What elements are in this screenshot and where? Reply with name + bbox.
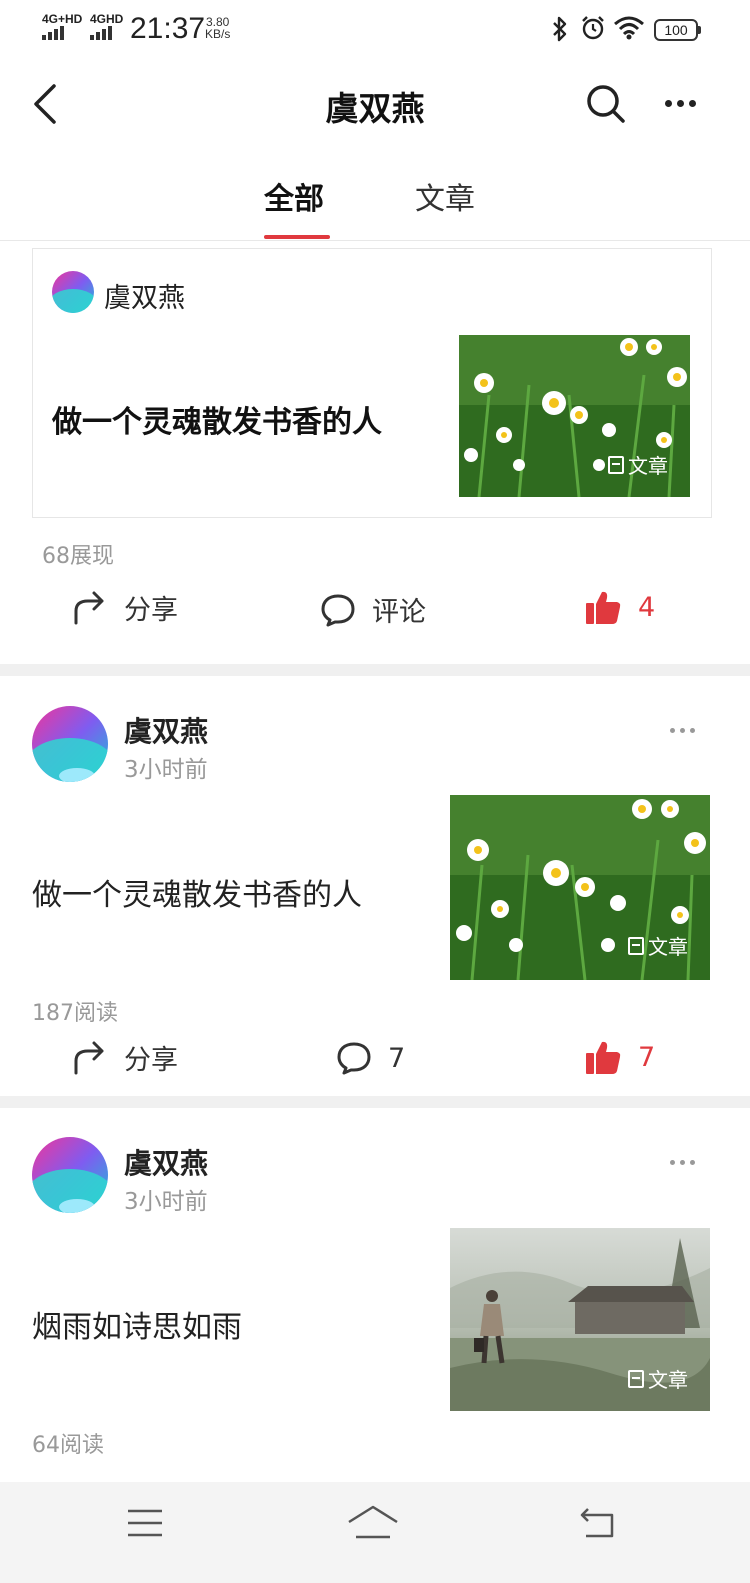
post-thumbnail[interactable]: 文章	[450, 1228, 710, 1411]
tabs-divider	[0, 240, 750, 241]
search-icon[interactable]	[584, 82, 628, 126]
comment-icon	[321, 594, 355, 626]
like-count: 7	[638, 1041, 656, 1073]
active-tab-indicator	[264, 235, 330, 239]
network-speed: 3.80 KB/s	[205, 16, 230, 40]
thumbs-up-icon	[586, 1041, 621, 1074]
post-thumbnail[interactable]: 文章	[450, 795, 710, 980]
post-title[interactable]: 做一个灵魂散发书香的人	[32, 870, 362, 914]
post-time: 3小时前	[124, 757, 208, 783]
comment-icon	[337, 1042, 371, 1075]
status-bar: 4G+HD 4GHD 21:37 3.80 KB/s 100	[0, 0, 750, 58]
impressions-count: 68展现	[42, 544, 114, 569]
share-label: 分享	[124, 595, 178, 626]
speed-unit: KB/s	[205, 27, 231, 41]
author-name[interactable]: 虞双燕	[124, 1142, 208, 1182]
avatar[interactable]	[32, 706, 108, 782]
comment-button[interactable]: 7	[336, 1041, 405, 1075]
share-button[interactable]: 分享	[70, 588, 178, 627]
article-icon	[628, 936, 644, 955]
wifi-icon	[614, 16, 644, 40]
author-name[interactable]: 虞双燕	[104, 276, 185, 315]
article-icon	[628, 1369, 644, 1388]
avatar[interactable]	[32, 1137, 108, 1213]
system-nav-bar	[0, 1482, 750, 1583]
post-thumbnail[interactable]: 文章	[459, 335, 690, 497]
avatar	[52, 271, 94, 313]
like-button[interactable]: 7	[584, 1038, 655, 1076]
post-time: 3小时前	[124, 1189, 208, 1215]
share-icon	[74, 1041, 104, 1074]
post-more-icon[interactable]	[670, 728, 695, 733]
more-dots-icon[interactable]	[665, 100, 696, 107]
page-title-text: 虞双燕	[325, 89, 425, 128]
menu-lines-icon[interactable]	[126, 1508, 164, 1538]
comment-label: 评论	[372, 597, 426, 628]
share-label: 分享	[124, 1045, 178, 1076]
like-button[interactable]: 4	[584, 588, 655, 626]
home-icon[interactable]	[346, 1504, 400, 1542]
tab-articles[interactable]: 文章	[415, 174, 475, 218]
comment-count: 7	[388, 1042, 406, 1074]
like-count: 4	[638, 591, 656, 623]
network-label-2: 4GHD	[90, 12, 124, 26]
tab-all[interactable]: 全部	[264, 174, 324, 218]
article-badge: 文章	[608, 450, 668, 479]
thumbs-up-icon	[586, 591, 621, 624]
alarm-icon	[582, 16, 604, 40]
article-badge: 文章	[628, 1364, 688, 1393]
share-icon	[74, 591, 104, 624]
read-count: 187阅读	[32, 1001, 118, 1026]
comment-button[interactable]: 评论	[320, 590, 426, 629]
page-title: 虞双燕	[0, 82, 750, 130]
return-icon[interactable]	[578, 1506, 618, 1540]
article-badge-label: 文章	[628, 454, 668, 478]
post-title[interactable]: 做一个灵魂散发书香的人	[52, 397, 382, 441]
article-badge-label: 文章	[648, 935, 688, 959]
bluetooth-icon	[553, 16, 567, 42]
signal-icon-2	[90, 26, 112, 40]
article-badge-label: 文章	[648, 1368, 688, 1392]
network-label-1: 4G+HD	[42, 12, 83, 26]
clock-time: 21:37	[130, 12, 206, 45]
post-title[interactable]: 烟雨如诗思如雨	[32, 1302, 242, 1346]
article-badge: 文章	[628, 931, 688, 960]
battery-icon: 100	[654, 19, 701, 41]
section-divider	[0, 1096, 750, 1108]
post-more-icon[interactable]	[670, 1160, 695, 1165]
share-button[interactable]: 分享	[70, 1038, 178, 1077]
section-divider	[0, 664, 750, 676]
article-icon	[608, 455, 624, 474]
signal-icon	[42, 26, 64, 40]
read-count: 64阅读	[32, 1433, 104, 1458]
author-name[interactable]: 虞双燕	[124, 710, 208, 750]
